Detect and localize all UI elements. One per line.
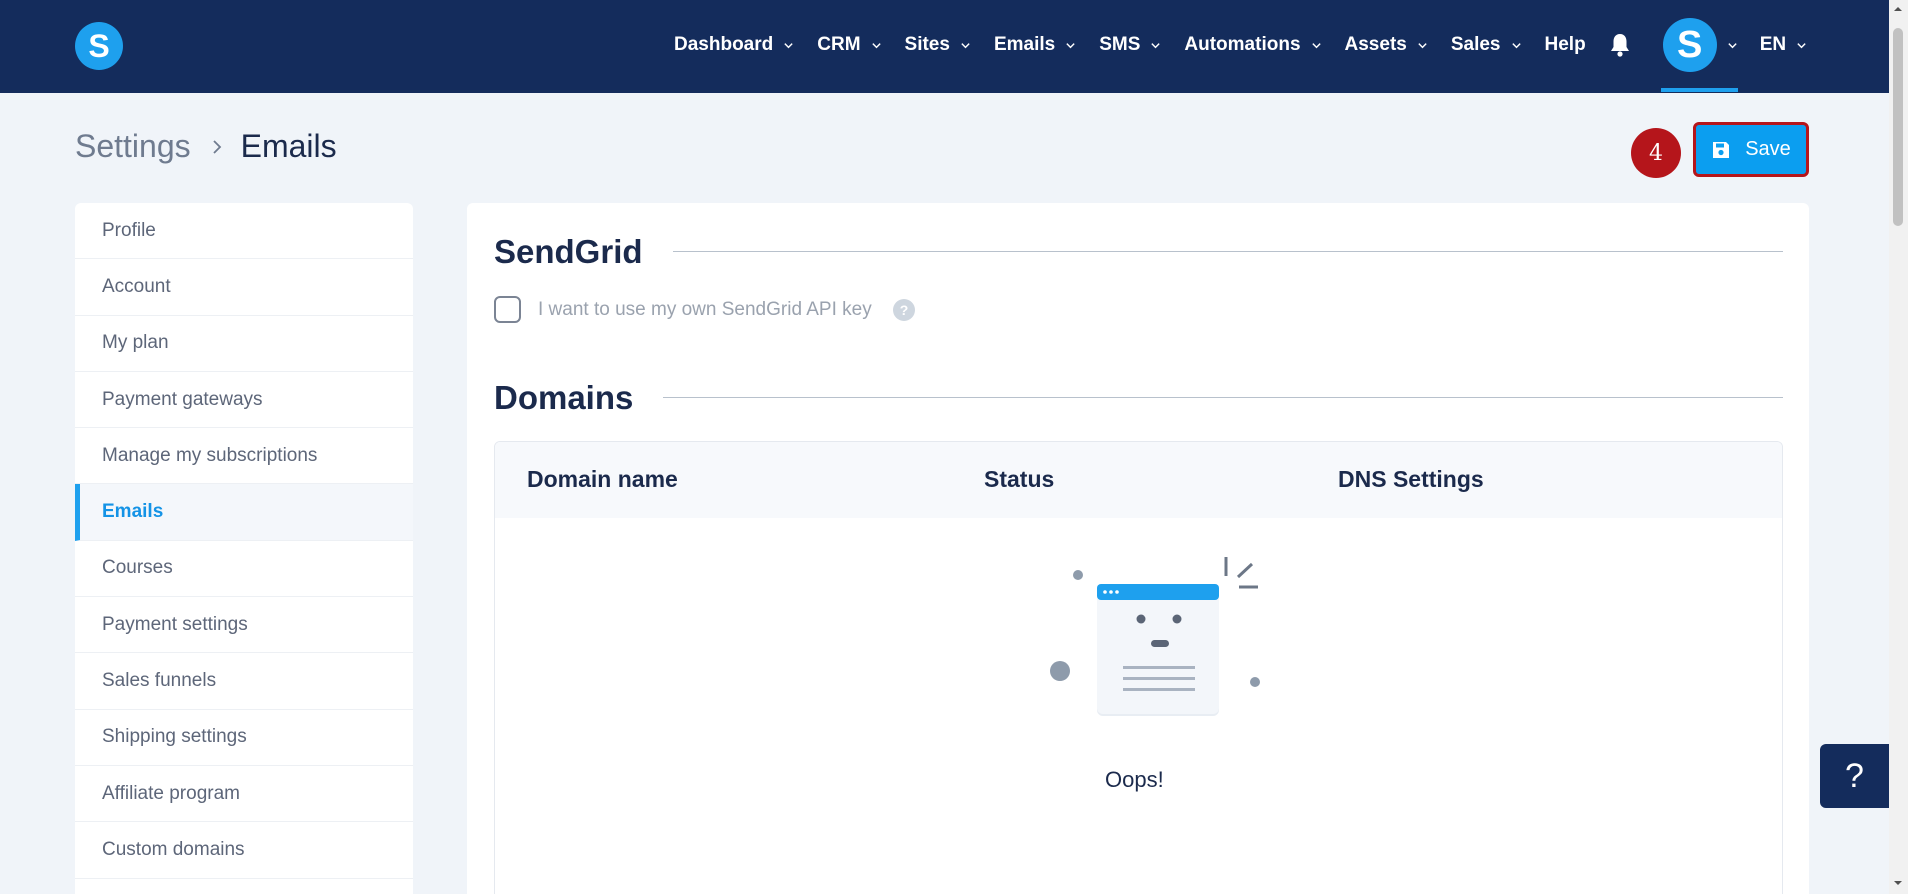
help-widget-button[interactable]: ? [1820, 744, 1889, 808]
column-status: Status [984, 466, 1055, 492]
chevron-down-icon [1151, 42, 1161, 48]
domains-heading: Domains [494, 379, 634, 416]
column-dns-settings: DNS Settings [1338, 466, 1484, 492]
main-nav: Dashboard CRM Sites Emails SMS Automatio… [674, 0, 1807, 92]
sidebar-item-payment-settings[interactable]: Payment settings [75, 597, 413, 654]
column-domain-name: Domain name [527, 466, 678, 492]
table-header: Domain name Status DNS Settings [495, 442, 1782, 518]
settings-sidebar: Profile Account My plan Payment gateways… [75, 203, 413, 894]
scroll-down-arrow-icon[interactable] [1893, 878, 1903, 888]
sidebar-item-account[interactable]: Account [75, 259, 413, 316]
chevron-down-icon [871, 42, 881, 48]
chevron-down-icon [1418, 42, 1427, 48]
sidebar-item-my-plan[interactable]: My plan [75, 316, 413, 372]
bell-icon[interactable] [1608, 32, 1632, 58]
sidebar-item-emails[interactable]: Emails [75, 484, 413, 541]
sendgrid-heading: SendGrid [494, 233, 643, 270]
chevron-down-icon [1797, 42, 1806, 48]
step-badge: 4 [1631, 128, 1681, 178]
nav-crm[interactable]: CRM [817, 34, 881, 56]
nav-assets[interactable]: Assets [1345, 34, 1428, 56]
section-divider [663, 397, 1783, 398]
avatar: S [1662, 18, 1717, 72]
breadcrumb: Settings Emails [75, 128, 337, 165]
chevron-right-icon [212, 139, 221, 154]
nav-help[interactable]: Help [1545, 34, 1586, 56]
emails-settings-panel: SendGrid I want to use my own SendGrid A… [467, 203, 1809, 894]
section-divider [673, 251, 1783, 252]
sidebar-item-sales-funnels[interactable]: Sales funnels [75, 653, 413, 710]
brand-logo[interactable]: S [75, 22, 123, 70]
nav-automations[interactable]: Automations [1184, 34, 1321, 56]
scrollbar-thumb[interactable] [1893, 28, 1903, 226]
empty-state-illustration [1050, 557, 1260, 716]
sidebar-item-manage-subscriptions[interactable]: Manage my subscriptions [75, 428, 413, 485]
sidebar-item-affiliate-program[interactable]: Affiliate program [75, 766, 413, 823]
floppy-disk-icon [1713, 141, 1730, 158]
nav-sites[interactable]: Sites [905, 34, 971, 56]
chevron-down-icon [1066, 42, 1075, 48]
active-indicator [1660, 88, 1738, 92]
nav-sales[interactable]: Sales [1451, 34, 1522, 56]
domains-table: Domain name Status DNS Settings Oops! [494, 441, 1783, 894]
breadcrumb-settings[interactable]: Settings [75, 128, 191, 165]
sendgrid-api-key-label[interactable]: I want to use my own SendGrid API key [538, 299, 872, 321]
sendgrid-api-key-checkbox[interactable] [494, 296, 521, 323]
chevron-down-icon [961, 42, 970, 48]
help-icon[interactable]: ? [893, 299, 915, 321]
chevron-down-icon [1511, 42, 1521, 48]
top-navbar: S Dashboard CRM Sites Emails SMS Automat… [0, 0, 1889, 93]
empty-state-message: Oops! [1105, 767, 1164, 792]
sidebar-item-payment-gateways[interactable]: Payment gateways [75, 372, 413, 429]
page-title: Emails [240, 128, 337, 164]
sidebar-item-custom-domains[interactable]: Custom domains [75, 822, 413, 879]
scroll-up-arrow-icon[interactable] [1893, 4, 1903, 14]
save-button[interactable]: Save [1693, 122, 1809, 177]
user-menu[interactable]: S [1660, 0, 1738, 92]
nav-sms[interactable]: SMS [1099, 34, 1161, 56]
language-selector[interactable]: EN [1760, 34, 1807, 56]
chevron-down-icon [1728, 42, 1737, 48]
nav-dashboard[interactable]: Dashboard [674, 34, 794, 56]
nav-emails[interactable]: Emails [994, 34, 1076, 56]
sidebar-item-shipping-settings[interactable]: Shipping settings [75, 710, 413, 766]
chevron-down-icon [1311, 42, 1321, 48]
sidebar-item-courses[interactable]: Courses [75, 541, 413, 598]
chevron-down-icon [784, 42, 793, 48]
sidebar-item-profile[interactable]: Profile [75, 203, 413, 260]
